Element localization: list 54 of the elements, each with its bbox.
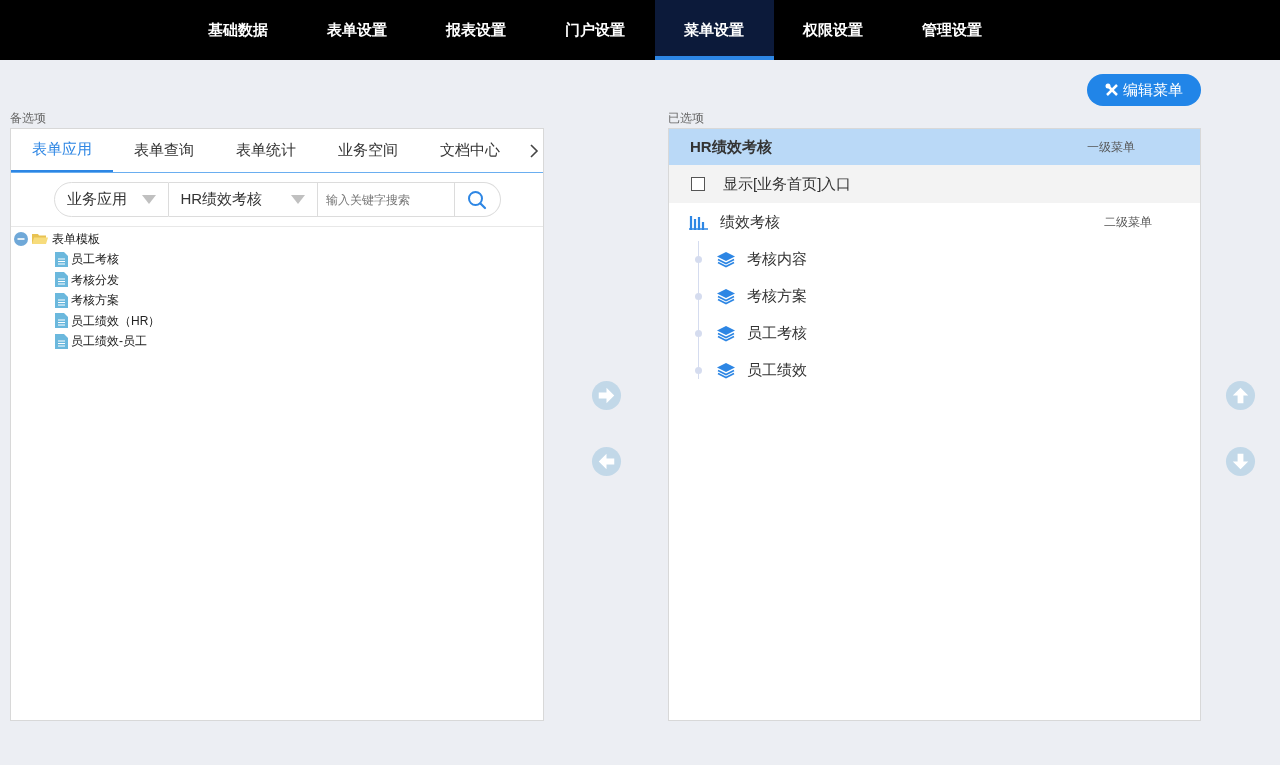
- search-input[interactable]: 输入关键字搜索: [317, 182, 455, 217]
- tree-node-label[interactable]: 员工绩效（HR）: [71, 311, 161, 330]
- document-icon: [55, 272, 68, 288]
- tree-node-label[interactable]: 表单模板: [52, 230, 100, 248]
- panel-label: 已选项: [668, 110, 705, 127]
- menu-header[interactable]: HR绩效考核 一级菜单: [669, 129, 1200, 165]
- module-dropdown[interactable]: HR绩效考核: [168, 182, 318, 217]
- nav-tab[interactable]: 管理设置: [892, 0, 1012, 60]
- menu-item-label[interactable]: 员工绩效: [747, 359, 807, 382]
- category-tab[interactable]: 表单统计: [215, 128, 317, 172]
- nav-tab[interactable]: 报表设置: [416, 0, 536, 60]
- layers-icon: [716, 288, 736, 305]
- category-tab[interactable]: 文档中心: [419, 128, 521, 172]
- caret-icon: [290, 195, 305, 204]
- document-icon: [55, 313, 68, 329]
- edit-menu-button[interactable]: 编辑菜单: [1087, 74, 1201, 106]
- category-tab[interactable]: 业务空间: [317, 128, 419, 172]
- move-left-button[interactable]: [590, 446, 622, 477]
- panel-label: 备选项: [10, 110, 47, 127]
- category-tab[interactable]: 表单应用: [11, 128, 113, 172]
- checkbox[interactable]: [691, 177, 705, 191]
- menu-item-label[interactable]: 员工考核: [747, 322, 807, 345]
- nav-tab[interactable]: 菜单设置: [654, 0, 774, 60]
- submenu-label[interactable]: 绩效考核: [720, 210, 780, 234]
- move-right-button[interactable]: [590, 380, 622, 411]
- menu-item-label[interactable]: 考核内容: [747, 248, 807, 271]
- bar-chart-icon: [689, 214, 708, 230]
- document-icon: [55, 251, 68, 267]
- search-icon: [467, 189, 487, 210]
- tree-node-label[interactable]: 考核方案: [71, 291, 119, 310]
- tree-node-label[interactable]: 员工绩效-员工: [71, 332, 147, 351]
- document-icon: [55, 292, 68, 308]
- nav-tab[interactable]: 权限设置: [773, 0, 893, 60]
- folder-icon: [32, 233, 48, 245]
- nav-tab[interactable]: 基础数据: [178, 0, 298, 60]
- menu-item-label[interactable]: 考核方案: [747, 285, 807, 308]
- document-icon: [55, 333, 68, 349]
- menu-level-label: 二级菜单: [1104, 214, 1152, 231]
- collapse-icon[interactable]: [14, 232, 28, 246]
- menu-level-label: 一级菜单: [1087, 139, 1135, 156]
- category-tab[interactable]: 表单查询: [113, 128, 215, 172]
- nav-tab[interactable]: 门户设置: [535, 0, 655, 60]
- layers-icon: [716, 325, 736, 342]
- caret-icon: [141, 195, 156, 204]
- layers-icon: [716, 362, 736, 379]
- move-up-button[interactable]: [1225, 380, 1256, 411]
- nav-tab[interactable]: 表单设置: [297, 0, 417, 60]
- checkbox-label: 显示[业务首页]入口: [723, 173, 852, 194]
- menu-title: HR绩效考核: [690, 136, 772, 157]
- move-down-button[interactable]: [1225, 446, 1256, 477]
- chevron-right-icon[interactable]: [529, 142, 539, 159]
- tree-node-label[interactable]: 员工考核: [71, 250, 119, 269]
- tree-node-label[interactable]: 考核分发: [71, 270, 119, 289]
- layers-icon: [716, 251, 736, 268]
